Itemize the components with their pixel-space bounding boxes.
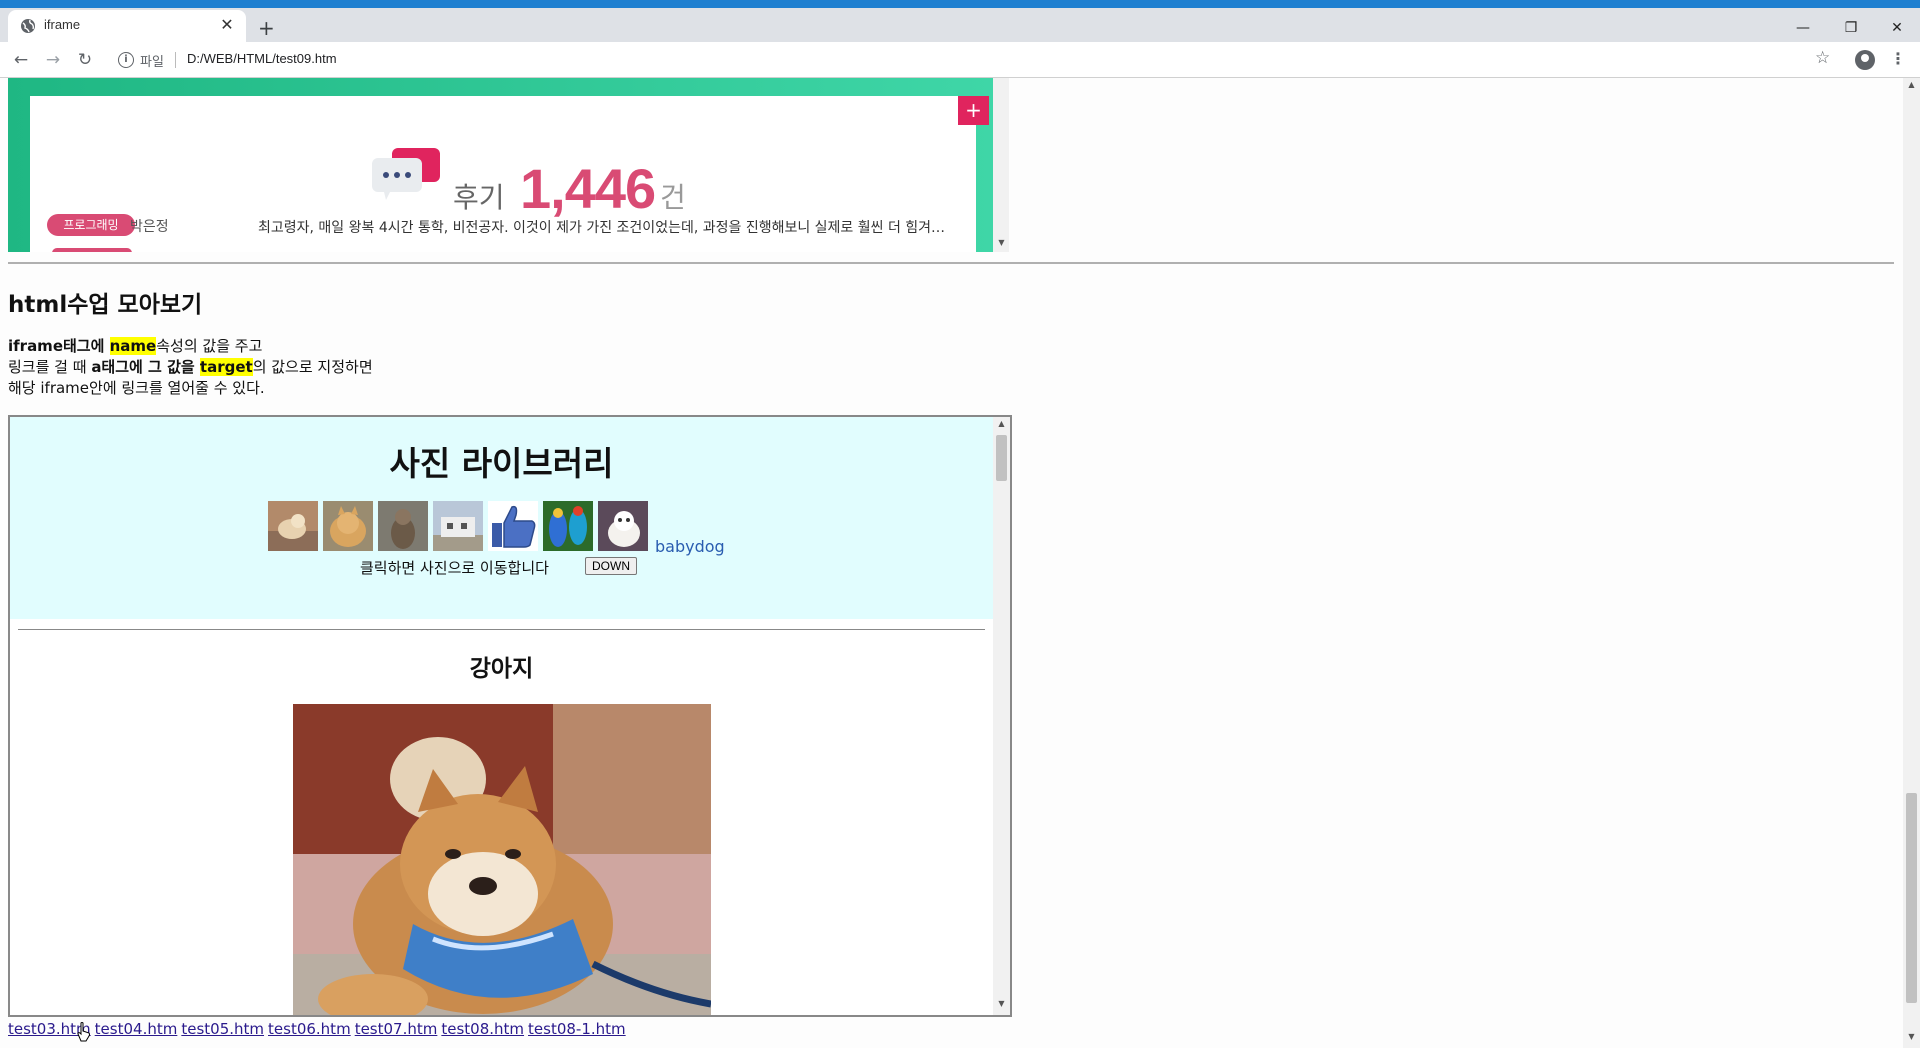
back-button[interactable]: ← bbox=[10, 49, 32, 71]
profile-avatar-icon[interactable] bbox=[1855, 50, 1875, 70]
reload-button[interactable]: ↻ bbox=[74, 49, 96, 71]
library-scrollbar[interactable]: ▲ ▼ bbox=[993, 417, 1010, 1015]
minimize-button[interactable]: — bbox=[1788, 20, 1818, 36]
link-test07[interactable]: test07.htm bbox=[355, 1020, 438, 1038]
page-viewport: + 후기 1,446 건 프로그래밍 박은정 최고령자, 매일 왕복 4시간 통… bbox=[0, 78, 1920, 1048]
review-label: 후기 bbox=[453, 181, 505, 214]
scroll-up-arrow[interactable]: ▲ bbox=[1903, 80, 1920, 94]
test-links: test03.htm test04.htm test05.htm test06.htm… bbox=[8, 1020, 630, 1038]
close-window-button[interactable]: ✕ bbox=[1882, 20, 1912, 36]
review-count: 1,446 bbox=[520, 157, 656, 220]
divider bbox=[8, 262, 1894, 264]
dog-photo bbox=[293, 704, 711, 1015]
thumb-dog-1[interactable] bbox=[268, 501, 318, 551]
thumb-cat-1[interactable] bbox=[323, 501, 373, 551]
link-test06[interactable]: test06.htm bbox=[268, 1020, 351, 1038]
link-test05[interactable]: test05.htm bbox=[181, 1020, 264, 1038]
desc-text: iframe태그에 bbox=[8, 337, 110, 355]
thumb-house[interactable] bbox=[433, 501, 483, 551]
library-title: 사진 라이브러리 bbox=[389, 444, 614, 483]
review-iframe: + 후기 1,446 건 프로그래밍 박은정 최고령자, 매일 왕복 4시간 통… bbox=[8, 78, 1009, 252]
category-badge-next bbox=[52, 248, 132, 252]
photo-library-iframe: 사진 라이브러리 babydog 클릭하면 사진으로 이동합니다 DOWN 강아… bbox=[8, 415, 1012, 1017]
desc-text: 의 값으로 지정하면 bbox=[252, 358, 373, 376]
tab-title: iframe bbox=[44, 17, 81, 32]
scroll-down-arrow[interactable]: ▼ bbox=[1903, 1032, 1920, 1046]
library-header: 사진 라이브러리 babydog 클릭하면 사진으로 이동합니다 DOWN bbox=[10, 417, 993, 619]
review-banner: + 후기 1,446 건 프로그래밍 박은정 최고령자, 매일 왕복 4시간 통… bbox=[8, 78, 993, 252]
link-test08-1[interactable]: test08-1.htm bbox=[528, 1020, 626, 1038]
new-tab-button[interactable]: + bbox=[258, 18, 275, 38]
desc-text: 해당 iframe안에 링크를 열어줄 수 있다. bbox=[8, 379, 265, 397]
category-badge[interactable]: 프로그래밍 bbox=[47, 214, 135, 236]
thumb-parrots[interactable] bbox=[543, 501, 593, 551]
browser-menu-icon[interactable]: ⋮ bbox=[1890, 49, 1906, 68]
review-author: 박은정 bbox=[130, 219, 169, 235]
address-divider bbox=[175, 52, 176, 68]
link-test08[interactable]: test08.htm bbox=[441, 1020, 524, 1038]
thumb-thumbs-up[interactable] bbox=[488, 501, 538, 551]
more-button[interactable]: + bbox=[958, 96, 989, 125]
library-scroll-thumb[interactable] bbox=[996, 435, 1007, 481]
restore-button[interactable]: ❐ bbox=[1836, 20, 1866, 36]
chat-bubble-icon bbox=[372, 148, 440, 200]
review-unit: 건 bbox=[660, 181, 686, 214]
library-caption: 클릭하면 사진으로 이동합니다 bbox=[360, 559, 549, 577]
desc-text: a태그에 그 값을 bbox=[91, 358, 200, 376]
page-scrollbar[interactable]: ▲ ▼ bbox=[1903, 78, 1920, 1048]
tab-strip: iframe ✕ + — ❐ ✕ bbox=[0, 8, 1920, 42]
down-button[interactable]: DOWN bbox=[585, 557, 637, 575]
address-scheme-label: 파일 bbox=[140, 55, 164, 70]
thumb-cat-2[interactable] bbox=[598, 501, 648, 551]
forward-button[interactable]: → bbox=[42, 49, 64, 71]
tab-close-icon[interactable]: ✕ bbox=[216, 14, 238, 36]
scroll-up-arrow[interactable]: ▲ bbox=[993, 419, 1010, 433]
page-scroll-thumb[interactable] bbox=[1906, 793, 1917, 1003]
highlight-name: name bbox=[109, 337, 157, 355]
tab-iframe[interactable]: iframe ✕ bbox=[8, 10, 246, 42]
window-title-band bbox=[0, 0, 1920, 8]
site-info-icon[interactable]: i bbox=[118, 52, 134, 68]
review-iframe-scrollbar[interactable]: ▼ bbox=[993, 78, 1009, 252]
scroll-down-arrow[interactable]: ▼ bbox=[993, 999, 1010, 1013]
address-bar[interactable]: D:/WEB/HTML/test09.htm bbox=[187, 51, 337, 66]
section-heading: html수업 모아보기 bbox=[8, 292, 203, 318]
link-test04[interactable]: test04.htm bbox=[95, 1020, 178, 1038]
description: iframe태그에 name속성의 값을 주고 링크를 걸 때 a태그에 그 값… bbox=[8, 336, 373, 399]
browser-toolbar: ← → ↻ i 파일 D:/WEB/HTML/test09.htm ☆ ⋮ bbox=[0, 42, 1920, 78]
review-card: + 후기 1,446 건 프로그래밍 박은정 최고령자, 매일 왕복 4시간 통… bbox=[30, 96, 989, 252]
bookmark-star-icon[interactable]: ☆ bbox=[1815, 48, 1830, 68]
thumb-otter[interactable] bbox=[378, 501, 428, 551]
globe-icon bbox=[21, 19, 35, 33]
mouse-pointer-icon bbox=[77, 1022, 90, 1042]
desc-text: 속성의 값을 주고 bbox=[156, 337, 263, 355]
review-text[interactable]: 최고령자, 매일 왕복 4시간 통학, 비전공자. 이것이 제가 가진 조건이었… bbox=[258, 217, 945, 237]
broken-image-babydog[interactable]: babydog bbox=[655, 537, 725, 556]
scroll-down-arrow[interactable]: ▼ bbox=[993, 238, 1009, 252]
library-divider bbox=[18, 629, 985, 630]
photo-subtitle: 강아지 bbox=[469, 656, 534, 682]
desc-text: 링크를 걸 때 bbox=[8, 358, 92, 376]
highlight-target: target bbox=[199, 358, 253, 376]
